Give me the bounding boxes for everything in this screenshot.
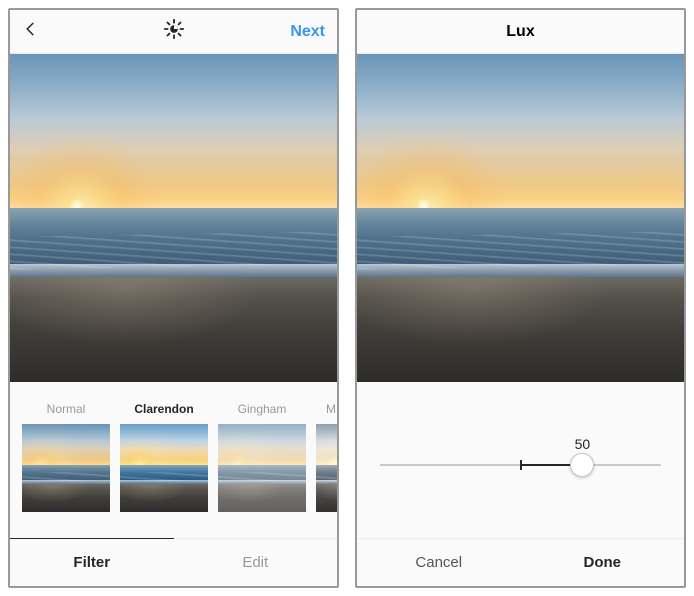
filter-label: M (316, 402, 337, 416)
filter-thumb (120, 424, 208, 512)
screen-lux: Lux 50 (355, 8, 686, 588)
lux-sun-icon (163, 18, 185, 40)
slider-value-label: 50 (575, 436, 591, 452)
filter-row: Normal Clarendon Gingham (10, 402, 337, 512)
lux-slider-area: 50 (357, 382, 684, 538)
tab-filter[interactable]: Filter (10, 538, 174, 586)
filter-item-clarendon[interactable]: Clarendon (120, 402, 208, 512)
slider-handle[interactable] (570, 453, 594, 477)
header-bar: Next (10, 10, 337, 54)
photo-preview[interactable] (10, 54, 337, 382)
filter-thumb (22, 424, 110, 512)
filter-label: Normal (22, 402, 110, 416)
sunset-photo (10, 54, 337, 382)
done-button[interactable]: Done (521, 539, 685, 586)
filter-thumb (316, 424, 337, 512)
header-bar: Lux (357, 10, 684, 54)
filter-strip[interactable]: Normal Clarendon Gingham (10, 382, 337, 538)
filter-thumb (218, 424, 306, 512)
page-title: Lux (433, 23, 608, 41)
side-by-side-screens: Next Normal (0, 0, 694, 596)
next-button[interactable]: Next (290, 23, 325, 41)
filter-item-normal[interactable]: Normal (22, 402, 110, 512)
filter-label: Gingham (218, 402, 306, 416)
back-chevron-icon (22, 20, 40, 38)
tab-edit[interactable]: Edit (174, 539, 338, 586)
photo-preview[interactable] (357, 54, 684, 382)
cancel-button[interactable]: Cancel (357, 539, 521, 586)
filter-item-partial[interactable]: M (316, 402, 337, 512)
slider-track (380, 464, 661, 466)
filter-label: Clarendon (120, 402, 208, 416)
footer-bar: Cancel Done (357, 538, 684, 586)
screen-filter-picker: Next Normal (8, 8, 339, 588)
sunset-photo (357, 54, 684, 382)
filter-item-gingham[interactable]: Gingham (218, 402, 306, 512)
lux-button[interactable] (163, 18, 185, 40)
bottom-tabs: Filter Edit (10, 538, 337, 586)
lux-slider[interactable]: 50 (380, 464, 661, 466)
back-button[interactable] (22, 20, 40, 43)
